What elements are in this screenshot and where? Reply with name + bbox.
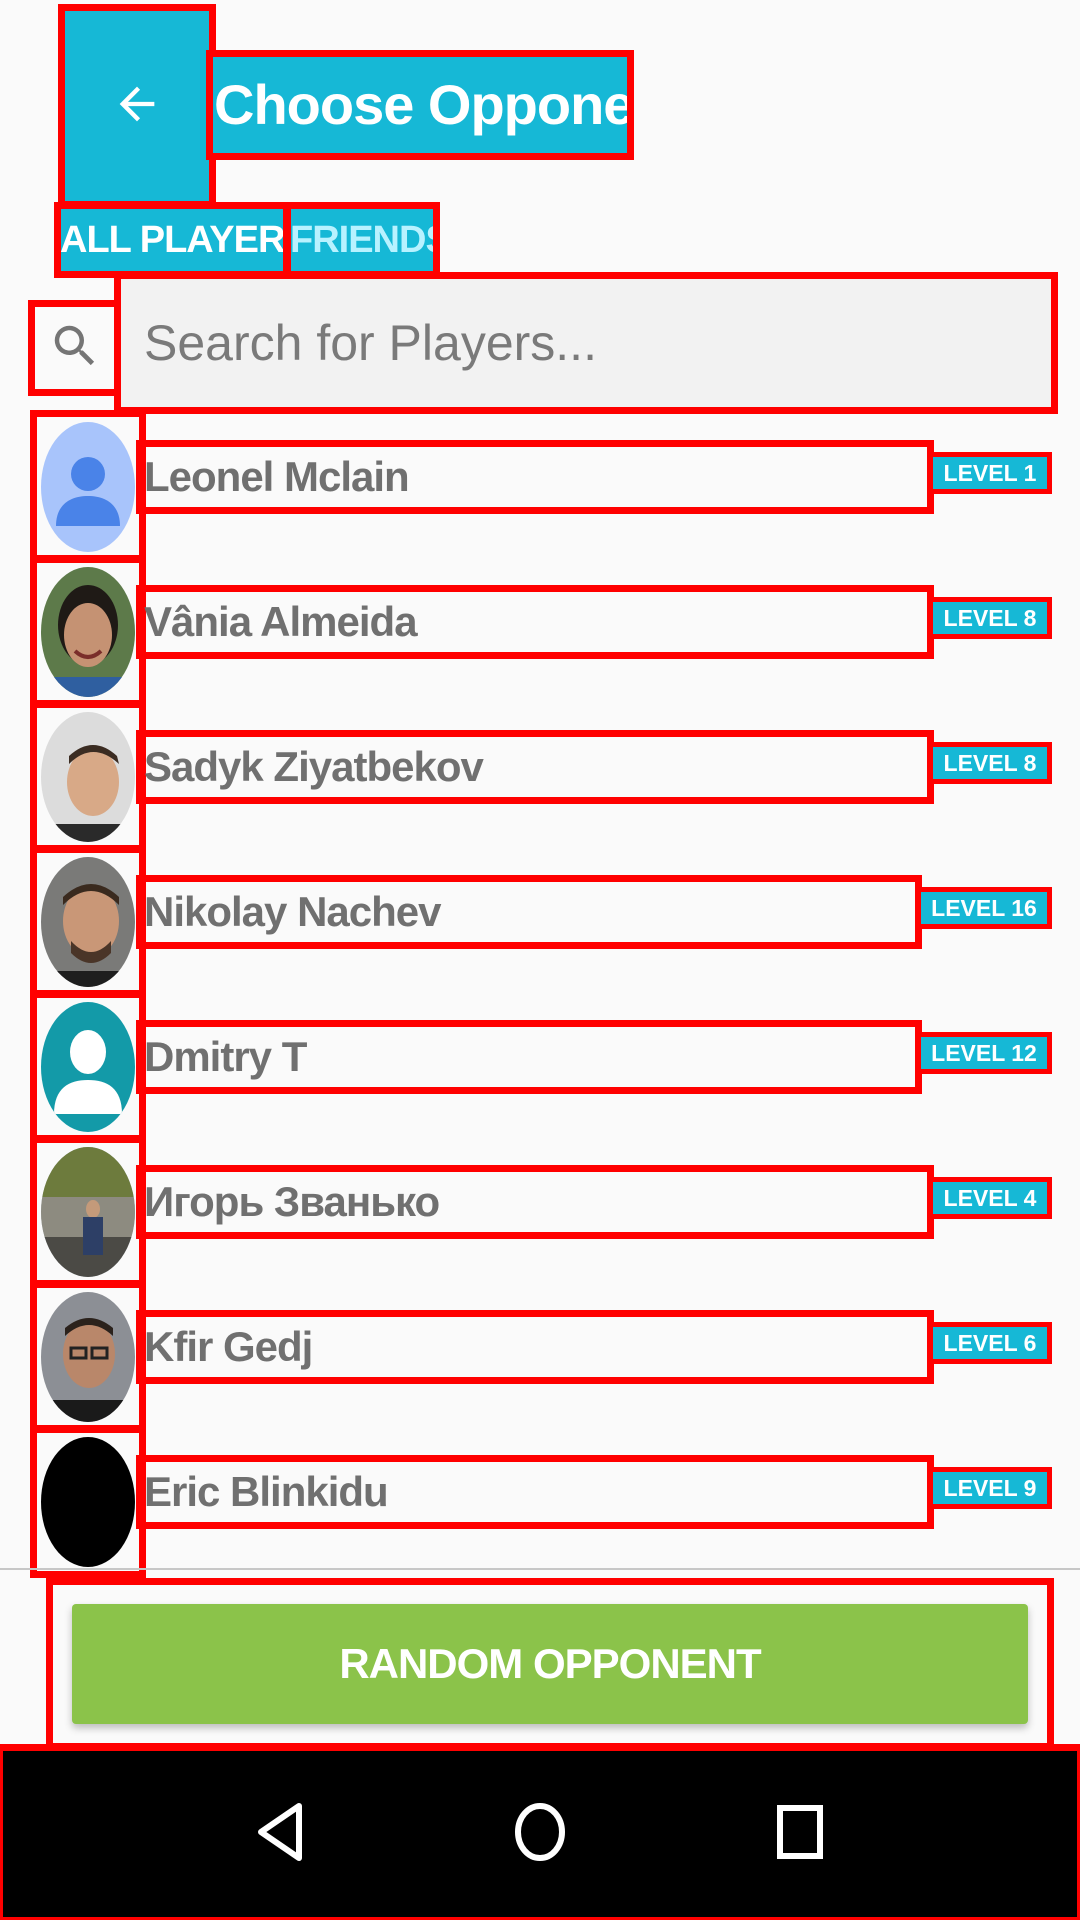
nav-back-icon [253,1800,307,1869]
nav-recents-icon [774,1802,826,1867]
player-name: Nikolay Nachev [136,875,922,949]
navigation-bar [0,1744,1080,1920]
random-opponent-button[interactable]: RANDOM OPPONENT [72,1604,1028,1724]
choose-opponent-screen: Choose Opponent ALL PLAYERS FRIENDS [0,0,1080,1920]
tab-friends[interactable]: FRIENDS [284,202,440,278]
player-name: Eric Blinkidu [136,1455,934,1529]
nav-back-button[interactable] [230,1784,330,1884]
nav-home-icon [510,1799,570,1870]
search-input[interactable] [114,272,1058,414]
level-badge: LEVEL 9 [928,1467,1052,1509]
level-badge: LEVEL 8 [928,742,1052,784]
avatar [30,1425,146,1578]
level-badge: LEVEL 6 [928,1322,1052,1364]
avatar [30,700,146,853]
tab-all-players[interactable]: ALL PLAYERS [54,202,290,278]
profile-photo [41,711,135,842]
list-item[interactable]: Leonel Mclain LEVEL 1 [30,410,1054,563]
list-item[interactable]: Sadyk Ziyatbekov LEVEL 8 [30,700,1054,853]
search-icon [48,319,102,378]
divider [0,1568,1080,1570]
profile-photo [41,1436,135,1567]
profile-photo [41,1146,135,1277]
avatar [30,845,146,998]
page-title: Choose Opponent [206,50,634,160]
avatar [30,555,146,708]
avatar [30,1280,146,1433]
back-button[interactable] [58,4,216,208]
avatar [30,990,146,1143]
level-badge: LEVEL 1 [928,452,1052,494]
nav-home-button[interactable] [490,1784,590,1884]
list-item[interactable]: Dmitry T LEVEL 12 [30,990,1054,1143]
level-badge: LEVEL 12 [916,1032,1052,1074]
search-button[interactable] [28,300,122,396]
arrow-left-icon [111,78,163,135]
player-name: Dmitry T [136,1020,922,1094]
list-item[interactable]: Kfir Gedj LEVEL 6 [30,1280,1054,1433]
player-name: Vânia Almeida [136,585,934,659]
nav-recents-button[interactable] [750,1784,850,1884]
avatar [30,410,146,563]
list-item[interactable]: Vânia Almeida LEVEL 8 [30,555,1054,708]
list-item[interactable]: Nikolay Nachev LEVEL 16 [30,845,1054,998]
profile-photo [41,566,135,697]
player-name: Kfir Gedj [136,1310,934,1384]
profile-photo [41,1291,135,1422]
player-name: Sadyk Ziyatbekov [136,730,934,804]
default-avatar-icon [41,421,135,552]
avatar [30,1135,146,1288]
level-badge: LEVEL 8 [928,597,1052,639]
player-name: Leonel Mclain [136,440,934,514]
level-badge: LEVEL 4 [928,1177,1052,1219]
profile-photo [41,856,135,987]
level-badge: LEVEL 16 [916,887,1052,929]
player-name: Игорь Званько [136,1165,934,1239]
list-item[interactable]: Eric Blinkidu LEVEL 9 [30,1425,1054,1578]
player-list: Leonel Mclain LEVEL 1 Vânia Almeida LEVE… [30,410,1054,1578]
default-avatar-icon [41,1001,135,1132]
list-item[interactable]: Игорь Званько LEVEL 4 [30,1135,1054,1288]
